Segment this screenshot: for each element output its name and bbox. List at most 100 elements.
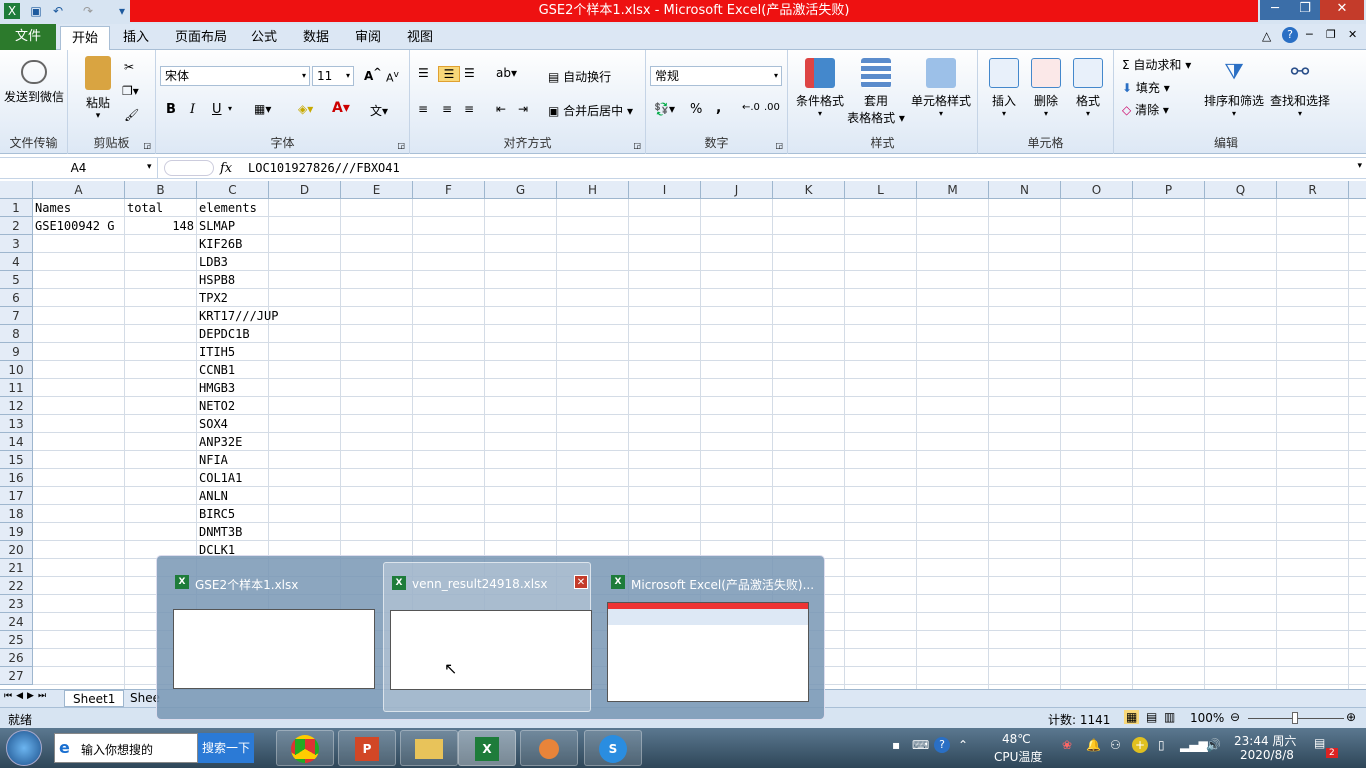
redo-icon[interactable]: ↷	[80, 3, 96, 19]
page-layout-view-icon[interactable]: ▤	[1146, 710, 1157, 724]
tab-review[interactable]: 审阅	[344, 26, 392, 50]
app-taskbar-button[interactable]	[520, 730, 578, 766]
border-icon[interactable]: ▦▾	[254, 102, 271, 116]
cell-c[interactable]: DEPDC1B	[197, 325, 250, 343]
font-color-icon[interactable]: A▾	[332, 100, 350, 116]
tab-view[interactable]: 视图	[396, 26, 444, 50]
format-cells-button[interactable]: 格式 ▾	[1068, 58, 1108, 118]
row-header[interactable]: 8	[0, 325, 33, 343]
clock-date[interactable]: 2020/8/8	[1240, 748, 1294, 762]
row-header[interactable]: 21	[0, 559, 33, 577]
preview-item[interactable]: X Microsoft Excel(产品激活失败)...	[603, 562, 814, 712]
excel-app-icon[interactable]: X	[4, 3, 20, 19]
row-header[interactable]: 6	[0, 289, 33, 307]
bell-icon[interactable]: 🔔	[1086, 738, 1101, 752]
excel-taskbar-button[interactable]: X	[458, 730, 516, 766]
tab-data[interactable]: 数据	[292, 26, 340, 50]
increase-indent-icon[interactable]: ⇥	[518, 102, 528, 116]
row-header[interactable]: 15	[0, 451, 33, 469]
column-header[interactable]: E	[341, 181, 413, 199]
powerpoint-taskbar-button[interactable]: P	[338, 730, 396, 766]
column-header[interactable]: H	[557, 181, 629, 199]
name-box[interactable]: A4	[0, 158, 158, 179]
column-header[interactable]: K	[773, 181, 845, 199]
align-right-icon[interactable]: ≡	[464, 102, 474, 116]
cell-c[interactable]: COL1A1	[197, 469, 242, 487]
align-center-icon[interactable]: ≡	[442, 102, 452, 116]
column-header[interactable]: B	[125, 181, 197, 199]
tab-insert[interactable]: 插入	[112, 26, 160, 50]
cell-c[interactable]: BIRC5	[197, 505, 235, 523]
column-header[interactable]: L	[845, 181, 917, 199]
fill-color-icon[interactable]: ◈▾	[298, 102, 313, 116]
cell-c[interactable]: NETO2	[197, 397, 235, 415]
restore-icon[interactable]: ❐	[1290, 0, 1320, 20]
row-header[interactable]: 19	[0, 523, 33, 541]
column-header[interactable]: R	[1277, 181, 1349, 199]
font-size-select[interactable]: 11 ▾	[312, 66, 354, 86]
page-break-view-icon[interactable]: ▥	[1164, 710, 1175, 724]
wrap-text-button[interactable]: ▤ 自动换行	[548, 68, 611, 85]
preview-item[interactable]: X GSE2个样本1.xlsx	[161, 562, 375, 712]
column-header[interactable]: F	[413, 181, 485, 199]
copy-icon[interactable]: ❐▾	[122, 84, 139, 98]
autosum-button[interactable]: Σ 自动求和 ▾	[1122, 56, 1191, 73]
row-header[interactable]: 17	[0, 487, 33, 505]
dialog-launcher-icon[interactable]: ◲	[397, 141, 405, 150]
clock-time[interactable]: 23:44 周六	[1234, 732, 1296, 749]
tray-menu-icon[interactable]: ⌃	[958, 738, 968, 752]
normal-view-icon[interactable]: ▦	[1124, 710, 1140, 724]
clear-button[interactable]: ◇ 清除 ▾	[1122, 101, 1169, 118]
doc-close-icon[interactable]: ✕	[1348, 28, 1357, 41]
dialog-launcher-icon[interactable]: ◲	[143, 141, 151, 150]
zoom-level[interactable]: 100%	[1190, 711, 1224, 725]
column-header[interactable]: M	[917, 181, 989, 199]
cell-c[interactable]: LDB3	[197, 253, 228, 271]
cell-c1[interactable]: elements	[197, 199, 257, 217]
column-header[interactable]: G	[485, 181, 557, 199]
row-header[interactable]: 12	[0, 397, 33, 415]
dialog-launcher-icon[interactable]: ◲	[775, 141, 783, 150]
decrease-decimal-icon[interactable]: .00	[764, 102, 780, 113]
row-header[interactable]: 27	[0, 667, 33, 685]
cell-c[interactable]: NFIA	[197, 451, 228, 469]
network-user-icon[interactable]: ⚇	[1110, 738, 1121, 752]
name-box-dropdown-icon[interactable]: ▾	[147, 162, 152, 172]
signal-icon[interactable]: ▂▄▆	[1180, 738, 1208, 752]
help-tray-icon[interactable]: ?	[934, 737, 950, 753]
currency-icon[interactable]: 💱▾	[654, 102, 675, 116]
doc-minimize-icon[interactable]: ─	[1306, 28, 1313, 41]
row-header[interactable]: 18	[0, 505, 33, 523]
tab-file[interactable]: 文件	[0, 24, 56, 50]
zoom-slider-thumb[interactable]	[1292, 712, 1298, 724]
cell-b1[interactable]: total	[125, 199, 163, 217]
grow-font-icon[interactable]: A^	[364, 67, 382, 83]
cell-c[interactable]: ANLN	[197, 487, 228, 505]
cell-styles-button[interactable]: 单元格样式 ▾	[908, 58, 974, 118]
close-icon[interactable]: ✕	[1320, 0, 1364, 20]
customize-qat-icon[interactable]: ▾	[114, 3, 130, 19]
search-input[interactable]: e 输入你想搜的	[54, 733, 198, 763]
merge-center-button[interactable]: ▣ 合并后居中 ▾	[548, 102, 633, 119]
cut-icon[interactable]: ✂	[124, 60, 134, 74]
format-as-table-button[interactable]: 套用 表格格式 ▾	[846, 58, 906, 126]
row-header[interactable]: 20	[0, 541, 33, 559]
row-header[interactable]: 16	[0, 469, 33, 487]
row-header[interactable]: 24	[0, 613, 33, 631]
sort-filter-button[interactable]: ⧩ 排序和筛选 ▾	[1202, 58, 1266, 118]
preview-close-icon[interactable]: ✕	[574, 575, 588, 589]
conditional-format-button[interactable]: 条件格式 ▾	[794, 58, 846, 118]
start-button[interactable]	[6, 730, 42, 766]
cell-a1[interactable]: Names	[33, 199, 71, 217]
font-name-select[interactable]: 宋体 ▾	[160, 66, 310, 86]
comma-button[interactable]: ,	[716, 100, 721, 116]
fill-button[interactable]: ⬇ 填充 ▾	[1122, 79, 1170, 96]
tab-formulas[interactable]: 公式	[240, 26, 288, 50]
row-header[interactable]: 7	[0, 307, 33, 325]
phonetic-icon[interactable]: 文▾	[370, 102, 388, 119]
tray-icon[interactable]: ▪	[892, 738, 900, 752]
find-select-button[interactable]: ⚯ 查找和选择 ▾	[1268, 58, 1332, 118]
cell-c[interactable]: SOX4	[197, 415, 228, 433]
explorer-taskbar-button[interactable]	[400, 730, 458, 766]
column-header[interactable]: N	[989, 181, 1061, 199]
